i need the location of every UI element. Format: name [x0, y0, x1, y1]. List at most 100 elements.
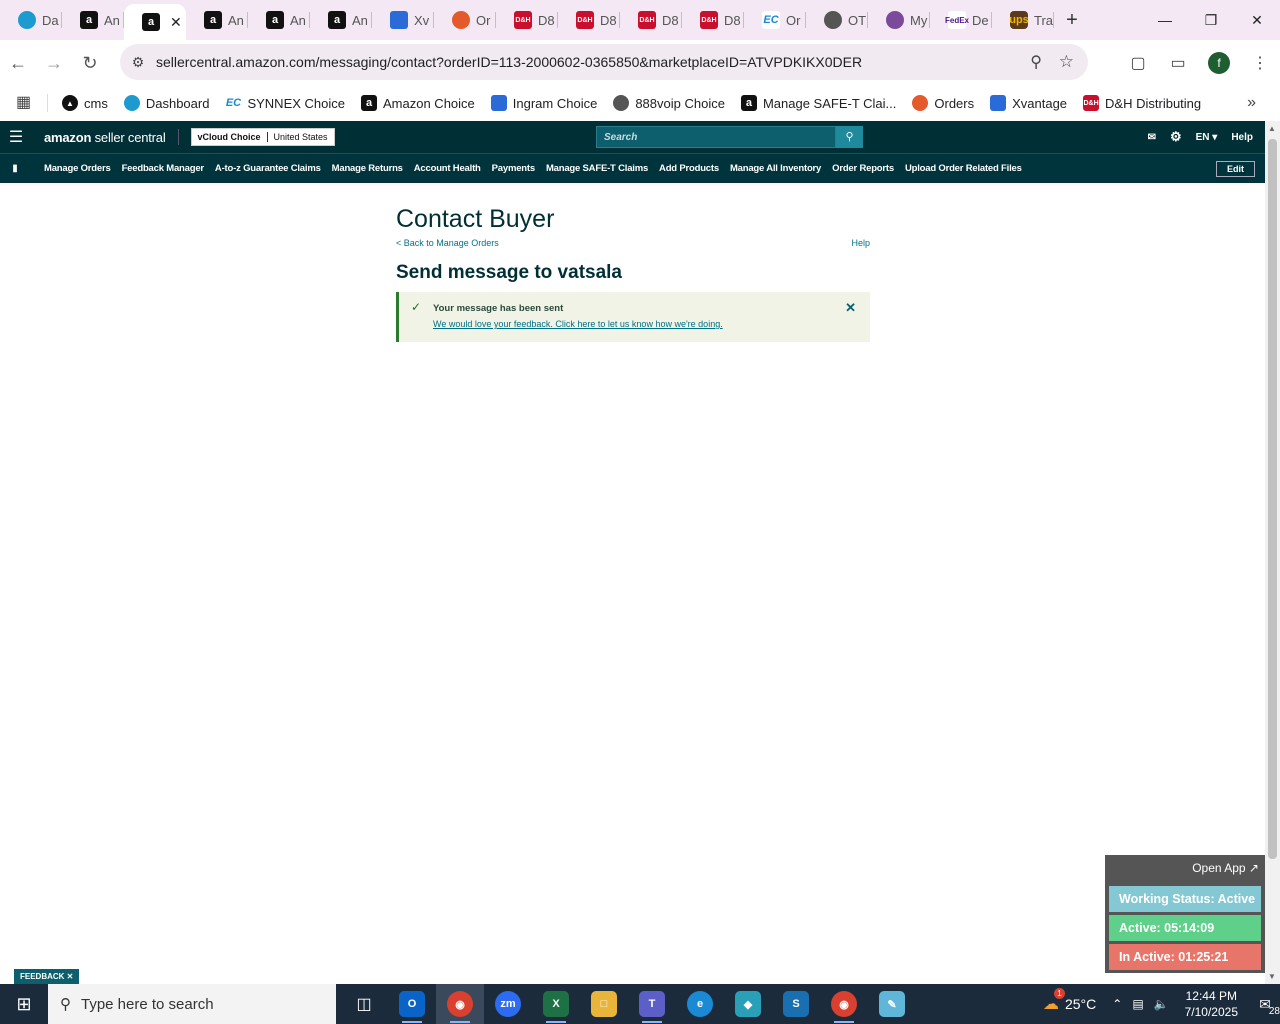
- nav-link[interactable]: Order Reports: [832, 163, 894, 174]
- hamburger-menu-icon[interactable]: ☰: [0, 127, 32, 147]
- nav-link[interactable]: Manage SAFE-T Claims: [546, 163, 648, 174]
- chrome-icon[interactable]: ◉: [436, 984, 484, 1024]
- task-view-icon[interactable]: ◫: [340, 984, 388, 1024]
- mail-icon[interactable]: ✉: [1148, 132, 1156, 143]
- page-scrollbar[interactable]: ▲ ▼: [1265, 121, 1280, 984]
- bookmark-item[interactable]: Dashboard: [116, 95, 218, 111]
- browser-tab[interactable]: D&H D8: [496, 0, 558, 40]
- teams-icon[interactable]: T: [628, 984, 676, 1024]
- bookmark-item[interactable]: 888voip Choice: [605, 95, 733, 111]
- bookmark-item[interactable]: Ingram Choice: [483, 95, 606, 111]
- sway-icon[interactable]: S: [772, 984, 820, 1024]
- seller-central-logo[interactable]: amazon seller central: [44, 130, 166, 145]
- close-icon[interactable]: ✕: [845, 300, 856, 316]
- scroll-down-icon[interactable]: ▼: [1268, 972, 1276, 981]
- bookmark-item[interactable]: Xvantage: [982, 95, 1075, 111]
- bookmark-item[interactable]: EC SYNNEX Choice: [217, 95, 353, 111]
- nav-link[interactable]: Account Health: [414, 163, 481, 174]
- search-icon[interactable]: ⚲: [836, 126, 863, 148]
- browser-tab[interactable]: a An: [186, 0, 248, 40]
- back-arrow-icon[interactable]: ←: [0, 45, 36, 81]
- browser-tab[interactable]: D&H D8: [558, 0, 620, 40]
- seller-search-input[interactable]: Search: [596, 126, 836, 148]
- reload-icon[interactable]: ↻: [72, 45, 108, 81]
- close-window-icon[interactable]: ✕: [1234, 0, 1280, 40]
- browser-tab[interactable]: My: [868, 0, 930, 40]
- browser-tab[interactable]: D&H D8: [682, 0, 744, 40]
- notepad-icon[interactable]: ✎: [868, 984, 916, 1024]
- browser-tab[interactable]: Da: [0, 0, 62, 40]
- site-settings-icon[interactable]: ⚙: [120, 54, 156, 71]
- address-bar[interactable]: ⚙ sellercentral.amazon.com/messaging/con…: [120, 44, 1088, 80]
- bookmark-item[interactable]: D&H D&H Distributing: [1075, 95, 1209, 111]
- bookmark-item[interactable]: Orders: [904, 95, 982, 111]
- tab-search-icon[interactable]: ▭: [1158, 53, 1198, 73]
- nav-link[interactable]: Manage All Inventory: [730, 163, 821, 174]
- windows-taskbar: ⊞ ⚲ Type here to search ◫ O ◉ zm X □ T e…: [0, 984, 1280, 1024]
- settings-gear-icon[interactable]: ⚙: [1170, 129, 1182, 145]
- menu-kebab-icon[interactable]: ⋮: [1240, 53, 1280, 73]
- scroll-up-icon[interactable]: ▲: [1268, 124, 1276, 133]
- more-bookmarks-icon[interactable]: »: [1247, 94, 1256, 112]
- app-icon[interactable]: ◆: [724, 984, 772, 1024]
- network-icon[interactable]: ▤: [1132, 997, 1143, 1011]
- browser-tab[interactable]: D&H D8: [620, 0, 682, 40]
- browser-tab[interactable]: Xv: [372, 0, 434, 40]
- extensions-icon[interactable]: ▢: [1118, 53, 1158, 73]
- nav-link[interactable]: Upload Order Related Files: [905, 163, 1022, 174]
- chrome-profile-icon[interactable]: ◉: [820, 984, 868, 1024]
- outlook-icon[interactable]: O: [388, 984, 436, 1024]
- open-app-link[interactable]: Open App ↗: [1192, 861, 1259, 875]
- temperature[interactable]: 25°C: [1065, 996, 1096, 1012]
- profile-avatar[interactable]: f: [1208, 52, 1230, 74]
- new-tab-button[interactable]: +: [1054, 9, 1090, 32]
- file-explorer-icon[interactable]: □: [580, 984, 628, 1024]
- browser-tab[interactable]: ups Tra: [992, 0, 1054, 40]
- chevron-up-icon[interactable]: ⌃: [1112, 997, 1122, 1011]
- tab-close-icon[interactable]: ✕: [170, 14, 182, 31]
- browser-tab[interactable]: OT: [806, 0, 868, 40]
- excel-icon[interactable]: X: [532, 984, 580, 1024]
- url-text[interactable]: sellercentral.amazon.com/messaging/conta…: [156, 54, 862, 70]
- clock[interactable]: 12:44 PM 7/10/2025: [1185, 988, 1238, 1020]
- minimize-icon[interactable]: —: [1142, 0, 1188, 40]
- feedback-tab[interactable]: FEEDBACK ✕: [14, 969, 80, 984]
- browser-tab[interactable]: a An: [62, 0, 124, 40]
- weather-icon[interactable]: ☁ 1: [1043, 988, 1065, 1014]
- restore-icon[interactable]: ❐: [1188, 0, 1234, 40]
- edit-nav-button[interactable]: Edit: [1216, 161, 1255, 177]
- apps-grid-icon[interactable]: ▦: [0, 94, 48, 112]
- back-to-manage-orders-link[interactable]: < Back to Manage Orders: [396, 238, 499, 248]
- notifications-icon[interactable]: ✉ 28: [1250, 996, 1280, 1017]
- nav-link[interactable]: Manage Orders: [44, 163, 111, 174]
- bookmark-item[interactable]: ▲ cms: [54, 95, 116, 111]
- taskbar-search-input[interactable]: ⚲ Type here to search: [48, 984, 336, 1024]
- help-link[interactable]: Help: [1231, 132, 1253, 143]
- scroll-thumb[interactable]: [1268, 139, 1277, 859]
- help-link[interactable]: Help: [851, 238, 870, 248]
- nav-link[interactable]: A-to-z Guarantee Claims: [215, 163, 321, 174]
- bookmark-star-icon[interactable]: ☆: [1059, 52, 1074, 72]
- browser-tab[interactable]: FedEx De: [930, 0, 992, 40]
- windows-start-icon[interactable]: ⊞: [0, 984, 48, 1024]
- forward-arrow-icon[interactable]: →: [36, 45, 72, 81]
- browser-tab[interactable]: a ✕: [124, 4, 186, 40]
- zoom-icon[interactable]: ⚲: [1030, 52, 1042, 72]
- browser-tab[interactable]: a An: [248, 0, 310, 40]
- bookmark-item[interactable]: a Manage SAFE-T Clai...: [733, 95, 904, 111]
- edge-icon[interactable]: e: [676, 984, 724, 1024]
- store-selector[interactable]: vCloud Choice United States: [190, 128, 335, 146]
- nav-link[interactable]: Manage Returns: [332, 163, 403, 174]
- bookmark-item[interactable]: a Amazon Choice: [353, 95, 483, 111]
- bookmark-icon[interactable]: ▮: [0, 163, 30, 174]
- nav-link[interactable]: Feedback Manager: [122, 163, 205, 174]
- nav-link[interactable]: Payments: [492, 163, 535, 174]
- zoom-app-icon[interactable]: zm: [484, 984, 532, 1024]
- volume-icon[interactable]: 🔈: [1154, 997, 1169, 1011]
- browser-tab[interactable]: EC Or: [744, 0, 806, 40]
- browser-tab[interactable]: Or: [434, 0, 496, 40]
- browser-tab[interactable]: a An: [310, 0, 372, 40]
- nav-link[interactable]: Add Products: [659, 163, 719, 174]
- feedback-link[interactable]: We would love your feedback. Click here …: [433, 319, 723, 329]
- language-selector[interactable]: EN ▾: [1196, 132, 1218, 143]
